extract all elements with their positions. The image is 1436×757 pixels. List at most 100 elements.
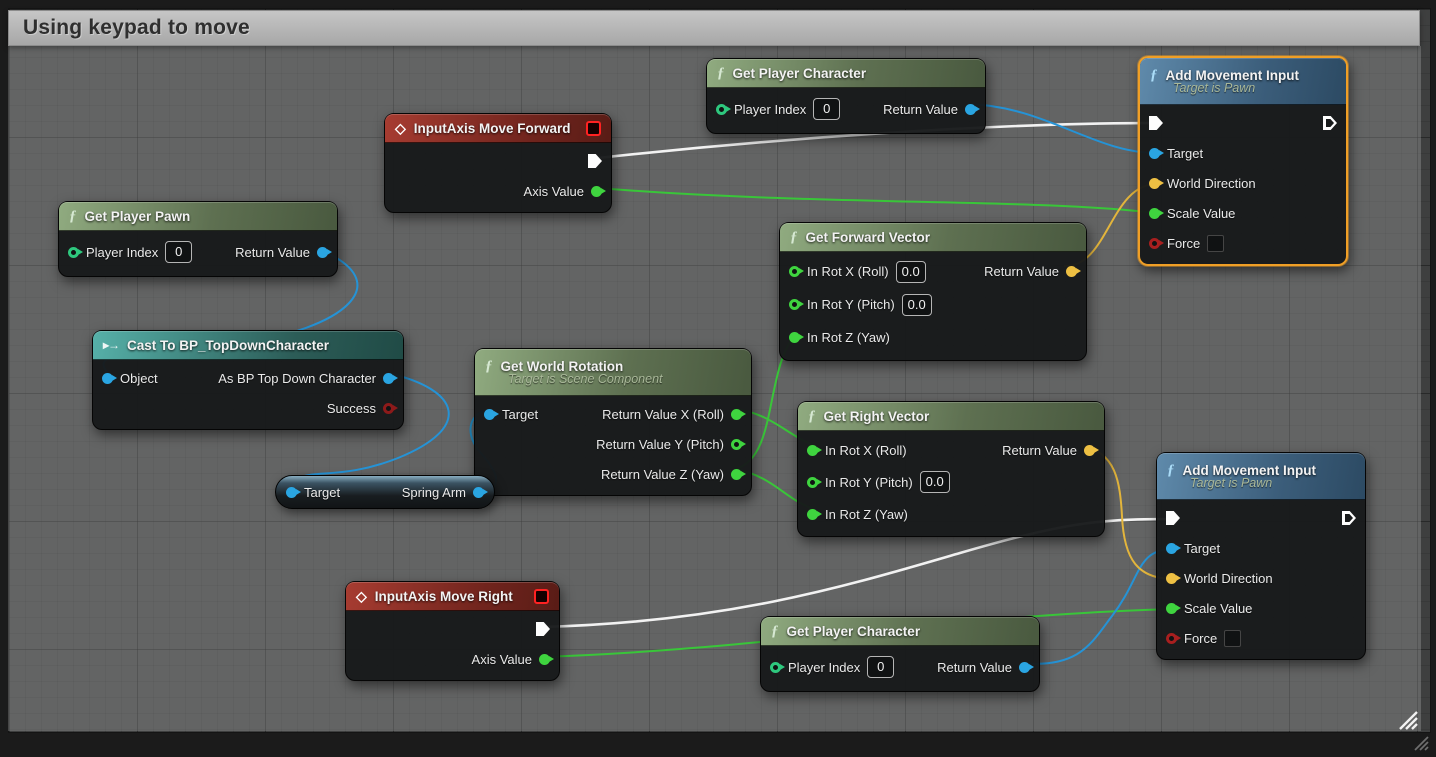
force-checkbox[interactable] bbox=[1224, 629, 1242, 647]
node-subtitle: Target is Pawn bbox=[1173, 81, 1256, 95]
node-title: Get Player Character bbox=[786, 623, 921, 639]
pin-label: Scale Value bbox=[1184, 600, 1253, 616]
return-value-pin[interactable] bbox=[1084, 444, 1099, 456]
node-header[interactable]: ▸→ Cast To BP_TopDownCharacter bbox=[93, 331, 403, 360]
pin-label: Player Index bbox=[788, 659, 861, 675]
exec-in-pin[interactable] bbox=[1149, 116, 1163, 130]
event-binding-indicator[interactable] bbox=[586, 120, 601, 136]
node-cast-to-bp-topdowncharacter[interactable]: ▸→ Cast To BP_TopDownCharacter Object As… bbox=[92, 330, 404, 430]
node-header[interactable]: ƒ Get World Rotation Target is Scene Com… bbox=[475, 349, 751, 396]
exec-out-pin[interactable] bbox=[588, 154, 602, 168]
return-x-pin[interactable] bbox=[731, 408, 746, 420]
node-title: Get Player Pawn bbox=[84, 208, 191, 224]
pin-label: Target bbox=[1184, 540, 1221, 556]
as-character-pin[interactable] bbox=[383, 372, 398, 384]
in-rot-x-pin[interactable] bbox=[789, 266, 804, 277]
target-pin[interactable] bbox=[484, 408, 499, 420]
pin-label: Target bbox=[304, 484, 341, 500]
exec-out-pin[interactable] bbox=[536, 622, 550, 636]
node-get-right-vector[interactable]: ƒ Get Right Vector In Rot X (Roll) Retur… bbox=[797, 401, 1105, 537]
in-rot-y-value[interactable]: 0.0 bbox=[901, 293, 932, 316]
node-add-movement-input-bottom[interactable]: ƒ Add Movement Input Target is Pawn Targ… bbox=[1156, 452, 1366, 660]
pin-label: Return Value bbox=[984, 264, 1059, 279]
node-get-player-pawn[interactable]: ƒ Get Player Pawn Player Index 0 Return … bbox=[58, 201, 338, 277]
pin-label: In Rot Y (Pitch) bbox=[807, 297, 895, 312]
pin-label: Return Value bbox=[235, 244, 310, 260]
exec-out-pin[interactable] bbox=[1323, 116, 1337, 130]
pin-label: Force bbox=[1184, 630, 1218, 646]
node-header[interactable]: ƒ Add Movement Input Target is Pawn bbox=[1140, 58, 1346, 105]
player-index-pin[interactable] bbox=[68, 246, 83, 258]
return-value-pin[interactable] bbox=[965, 103, 980, 115]
comment-resize-grip[interactable] bbox=[1396, 710, 1420, 731]
in-rot-z-pin[interactable] bbox=[789, 332, 804, 343]
force-pin[interactable] bbox=[1166, 632, 1181, 644]
axis-value-pin[interactable] bbox=[539, 653, 554, 665]
node-header[interactable]: ƒ Get Forward Vector bbox=[780, 223, 1086, 252]
node-header[interactable]: ◇ InputAxis Move Forward bbox=[385, 114, 611, 143]
return-value-pin[interactable] bbox=[317, 246, 332, 258]
exec-out-pin[interactable] bbox=[1342, 511, 1356, 525]
pin-label: Axis Value bbox=[523, 183, 584, 199]
event-icon: ◇ bbox=[356, 587, 367, 604]
in-rot-y-value[interactable]: 0.0 bbox=[919, 471, 950, 493]
player-index-value[interactable]: 0 bbox=[813, 98, 841, 120]
return-y-pin[interactable] bbox=[731, 438, 746, 450]
node-get-player-character-top[interactable]: ƒ Get Player Character Player Index 0 Re… bbox=[706, 58, 986, 134]
node-header[interactable]: ƒ Add Movement Input Target is Pawn bbox=[1157, 453, 1365, 500]
function-icon: ƒ bbox=[790, 228, 798, 245]
in-rot-x-value[interactable]: 0.0 bbox=[895, 260, 926, 283]
player-index-pin[interactable] bbox=[716, 103, 731, 115]
node-header[interactable]: ƒ Get Player Pawn bbox=[59, 202, 337, 231]
comment-header[interactable]: Using keypad to move bbox=[8, 10, 1420, 46]
pin-label: Player Index bbox=[734, 101, 807, 117]
target-pin[interactable] bbox=[1166, 542, 1181, 554]
player-index-value[interactable]: 0 bbox=[867, 656, 895, 678]
spring-arm-pin[interactable] bbox=[473, 486, 488, 498]
force-checkbox[interactable] bbox=[1207, 234, 1225, 252]
force-pin[interactable] bbox=[1149, 237, 1164, 249]
pin-label: Return Value bbox=[1002, 442, 1077, 458]
event-icon: ◇ bbox=[395, 119, 406, 136]
in-rot-y-pin[interactable] bbox=[807, 476, 822, 488]
function-icon: ƒ bbox=[808, 407, 816, 424]
in-rot-x-pin[interactable] bbox=[807, 444, 822, 456]
node-inputaxis-move-forward[interactable]: ◇ InputAxis Move Forward Axis Value bbox=[384, 113, 612, 213]
player-index-value[interactable]: 0 bbox=[165, 241, 193, 263]
in-rot-y-pin[interactable] bbox=[789, 299, 804, 310]
object-pin[interactable] bbox=[102, 372, 117, 384]
node-subtitle: Target is Pawn bbox=[1190, 476, 1273, 490]
node-get-player-character-bottom[interactable]: ƒ Get Player Character Player Index 0 Re… bbox=[760, 616, 1040, 692]
node-header[interactable]: ƒ Get Right Vector bbox=[798, 402, 1104, 431]
function-icon: ƒ bbox=[771, 622, 779, 639]
event-binding-indicator[interactable] bbox=[534, 588, 549, 604]
node-header[interactable]: ◇ InputAxis Move Right bbox=[346, 582, 559, 611]
node-title: Get Right Vector bbox=[823, 408, 930, 424]
node-add-movement-input-top[interactable]: ƒ Add Movement Input Target is Pawn Targ… bbox=[1138, 56, 1348, 266]
axis-value-pin[interactable] bbox=[591, 185, 606, 197]
pin-label: Scale Value bbox=[1167, 205, 1236, 221]
node-inputaxis-move-right[interactable]: ◇ InputAxis Move Right Axis Value bbox=[345, 581, 560, 681]
node-get-world-rotation[interactable]: ƒ Get World Rotation Target is Scene Com… bbox=[474, 348, 752, 496]
window-resize-grip[interactable] bbox=[1413, 736, 1431, 752]
return-z-pin[interactable] bbox=[731, 468, 746, 480]
success-pin[interactable] bbox=[383, 402, 398, 414]
in-rot-z-pin[interactable] bbox=[807, 508, 822, 520]
exec-in-pin[interactable] bbox=[1166, 511, 1180, 525]
scale-value-pin[interactable] bbox=[1149, 207, 1164, 219]
world-direction-pin[interactable] bbox=[1149, 177, 1164, 189]
node-title: Get Forward Vector bbox=[805, 229, 931, 245]
return-value-pin[interactable] bbox=[1019, 661, 1034, 673]
world-direction-pin[interactable] bbox=[1166, 572, 1181, 584]
return-value-pin[interactable] bbox=[1066, 266, 1081, 277]
node-title: Get Player Character bbox=[732, 65, 867, 81]
node-spring-arm-getter[interactable]: Target Spring Arm bbox=[275, 475, 495, 509]
scale-value-pin[interactable] bbox=[1166, 602, 1181, 614]
node-header[interactable]: ƒ Get Player Character bbox=[761, 617, 1039, 646]
node-get-forward-vector[interactable]: ƒ Get Forward Vector In Rot X (Roll) 0.0… bbox=[779, 222, 1087, 361]
player-index-pin[interactable] bbox=[770, 661, 785, 673]
node-header[interactable]: ƒ Get Player Character bbox=[707, 59, 985, 88]
pin-label: Return Value Y (Pitch) bbox=[596, 436, 724, 452]
target-pin[interactable] bbox=[286, 486, 301, 498]
target-pin[interactable] bbox=[1149, 147, 1164, 159]
